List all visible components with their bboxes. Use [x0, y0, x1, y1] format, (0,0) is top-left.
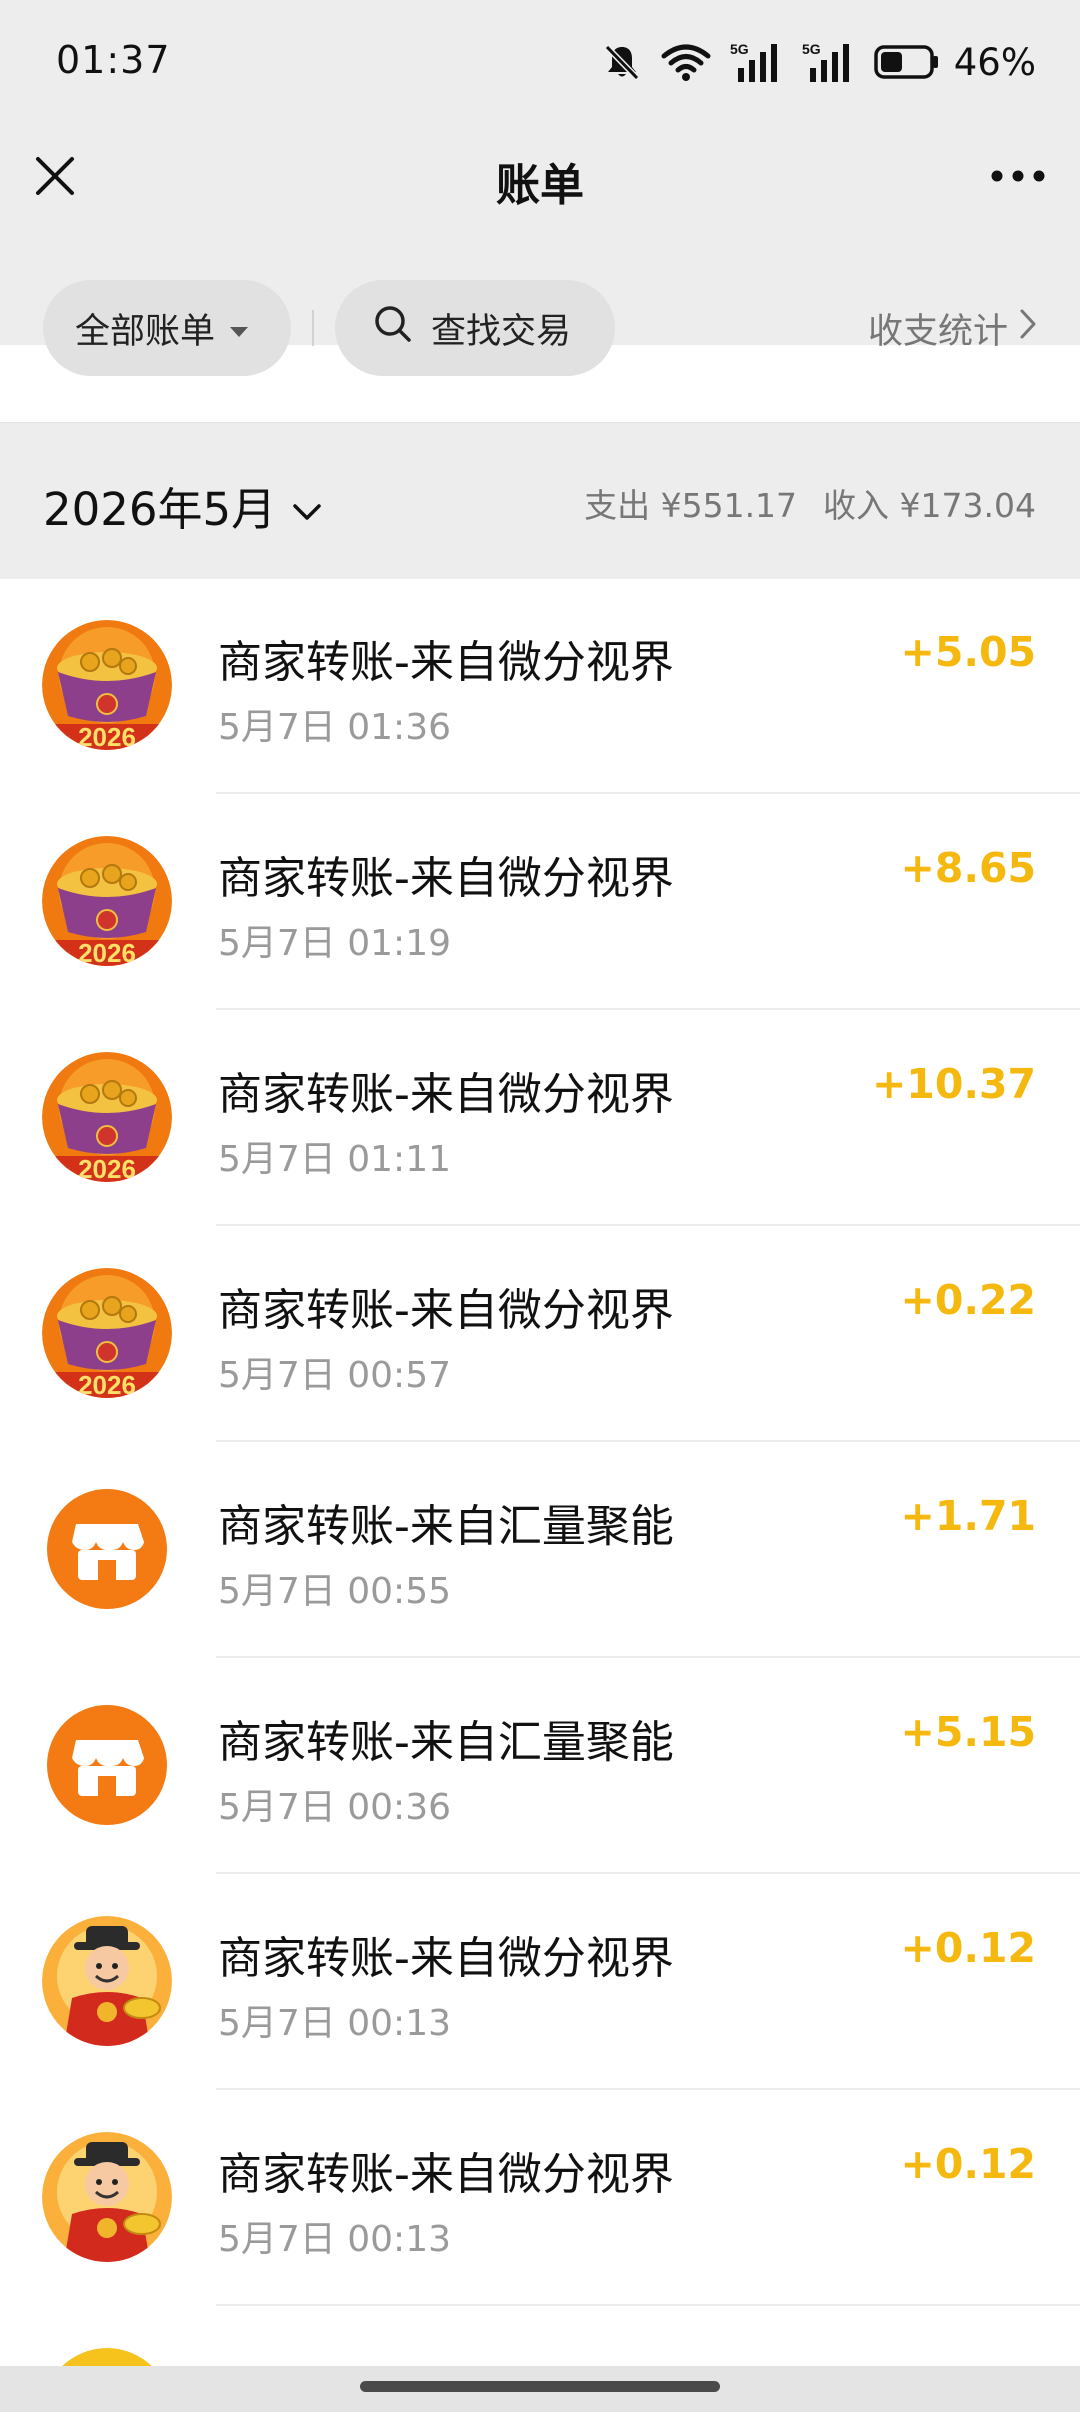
transaction-time: 5月7日 00:57 [218, 1355, 451, 1396]
fortune-god-icon [42, 2132, 172, 2262]
transaction-row[interactable]: 2026 商家转账-来自微分视界 5月7日 01:11 +10.37 [0, 1010, 1080, 1226]
transaction-title: 商家转账-来自微分视界 [218, 1285, 674, 1336]
month-label: 2026年5月 [43, 483, 277, 536]
status-time: 01:37 [56, 38, 171, 82]
transaction-row[interactable]: 商家转账-来自微分视界 5月7日 00:13 +0.12 [0, 1874, 1080, 2090]
expense-total: 支出 ¥551.17 [584, 486, 798, 525]
chevron-right-icon [1008, 308, 1036, 348]
month-summary: 支出 ¥551.17 收入 ¥173.04 [584, 479, 1036, 527]
transaction-amount: +5.05 [900, 628, 1036, 676]
transaction-row-partial[interactable] [0, 2306, 1080, 2366]
wifi-icon [660, 42, 712, 82]
gold-bowl-2026-icon: 2026 [42, 836, 172, 966]
transaction-row[interactable]: 商家转账-来自汇量聚能 5月7日 00:36 +5.15 [0, 1658, 1080, 1874]
caret-down-icon [229, 308, 249, 348]
search-label: 查找交易 [431, 311, 572, 352]
month-header: 2026年5月 支出 ¥551.17 收入 ¥173.04 [0, 422, 1080, 579]
bill-list: 2026 商家转账-来自微分视界 5月7日 01:36 +5.05 2026 商… [0, 578, 1080, 2366]
transaction-amount: +0.22 [900, 1276, 1036, 1324]
partial-avatar [42, 2348, 172, 2366]
transaction-title: 商家转账-来自微分视界 [218, 2149, 674, 2200]
search-transaction-button[interactable]: 查找交易 [335, 280, 615, 376]
status-icons: 5G 5G 46% [602, 36, 1036, 88]
transaction-row[interactable]: 2026 商家转账-来自微分视界 5月7日 00:57 +0.22 [0, 1226, 1080, 1442]
all-bills-filter[interactable]: 全部账单 [43, 280, 291, 376]
transaction-title: 商家转账-来自微分视界 [218, 1069, 674, 1120]
more-icon [990, 168, 1046, 187]
home-indicator[interactable] [360, 2381, 720, 2392]
nav-bar: 账单 全部账单 查找交易 收支统计 [0, 125, 1080, 376]
svg-text:2026: 2026 [78, 1154, 136, 1182]
gold-bowl-2026-icon: 2026 [42, 1268, 172, 1398]
transaction-amount: +8.65 [900, 844, 1036, 892]
shop-icon [42, 1484, 172, 1614]
transaction-amount: +10.37 [871, 1060, 1036, 1108]
stats-link[interactable]: 收支统计 [867, 305, 1036, 352]
svg-text:2026: 2026 [78, 722, 136, 750]
search-icon [373, 304, 413, 353]
transaction-amount: +0.12 [900, 2140, 1036, 2188]
battery-icon [874, 44, 940, 80]
transaction-time: 5月7日 00:13 [218, 2219, 451, 2260]
transaction-time: 5月7日 00:13 [218, 2003, 451, 2044]
fortune-god-icon [42, 1916, 172, 2046]
filter-divider [312, 310, 314, 346]
transaction-time: 5月7日 01:19 [218, 923, 451, 964]
stats-label: 收支统计 [867, 311, 1008, 352]
transaction-amount: +1.71 [900, 1492, 1036, 1540]
transaction-title: 商家转账-来自汇量聚能 [218, 1717, 674, 1768]
transaction-row[interactable]: 2026 商家转账-来自微分视界 5月7日 01:36 +5.05 [0, 578, 1080, 794]
bill-page: 01:37 5G 5G 46% 账单 全部账单 查找交易 收支统计 2026年5… [0, 0, 1080, 2412]
transaction-amount: +5.15 [900, 1708, 1036, 1756]
signal-5g-icon: 5G [730, 40, 784, 84]
transaction-time: 5月7日 01:36 [218, 707, 451, 748]
transaction-row[interactable]: 商家转账-来自汇量聚能 5月7日 00:55 +1.71 [0, 1442, 1080, 1658]
transaction-row[interactable]: 商家转账-来自微分视界 5月7日 00:13 +0.12 [0, 2090, 1080, 2306]
svg-text:2026: 2026 [78, 1370, 136, 1398]
transaction-title: 商家转账-来自汇量聚能 [218, 1501, 674, 1552]
svg-text:2026: 2026 [78, 938, 136, 966]
shop-icon [42, 1700, 172, 1830]
transaction-title: 商家转账-来自微分视界 [218, 1933, 674, 1984]
income-total: 收入 ¥173.04 [823, 486, 1036, 525]
month-picker[interactable]: 2026年5月 [43, 473, 322, 538]
home-indicator-area [0, 2366, 1080, 2412]
battery-percent: 46% [953, 40, 1036, 84]
chevron-down-icon [276, 479, 322, 532]
network-label-1: 5G [730, 41, 749, 57]
bell-off-icon [602, 42, 642, 82]
transaction-time: 5月7日 00:36 [218, 1787, 451, 1828]
transaction-time: 5月7日 00:55 [218, 1571, 451, 1612]
transaction-time: 5月7日 01:11 [218, 1139, 451, 1180]
transaction-amount: +0.12 [900, 1924, 1036, 1972]
page-title: 账单 [496, 160, 584, 211]
status-bar: 01:37 5G 5G 46% [0, 0, 1080, 125]
signal-5g-icon: 5G [802, 40, 856, 84]
transaction-row[interactable]: 2026 商家转账-来自微分视界 5月7日 01:19 +8.65 [0, 794, 1080, 1010]
gold-bowl-2026-icon: 2026 [42, 620, 172, 750]
transaction-title: 商家转账-来自微分视界 [218, 637, 674, 688]
gold-bowl-2026-icon: 2026 [42, 1052, 172, 1182]
network-label-2: 5G [802, 41, 821, 57]
all-bills-label: 全部账单 [75, 311, 216, 352]
transaction-title: 商家转账-来自微分视界 [218, 853, 674, 904]
more-button[interactable] [978, 147, 1058, 207]
